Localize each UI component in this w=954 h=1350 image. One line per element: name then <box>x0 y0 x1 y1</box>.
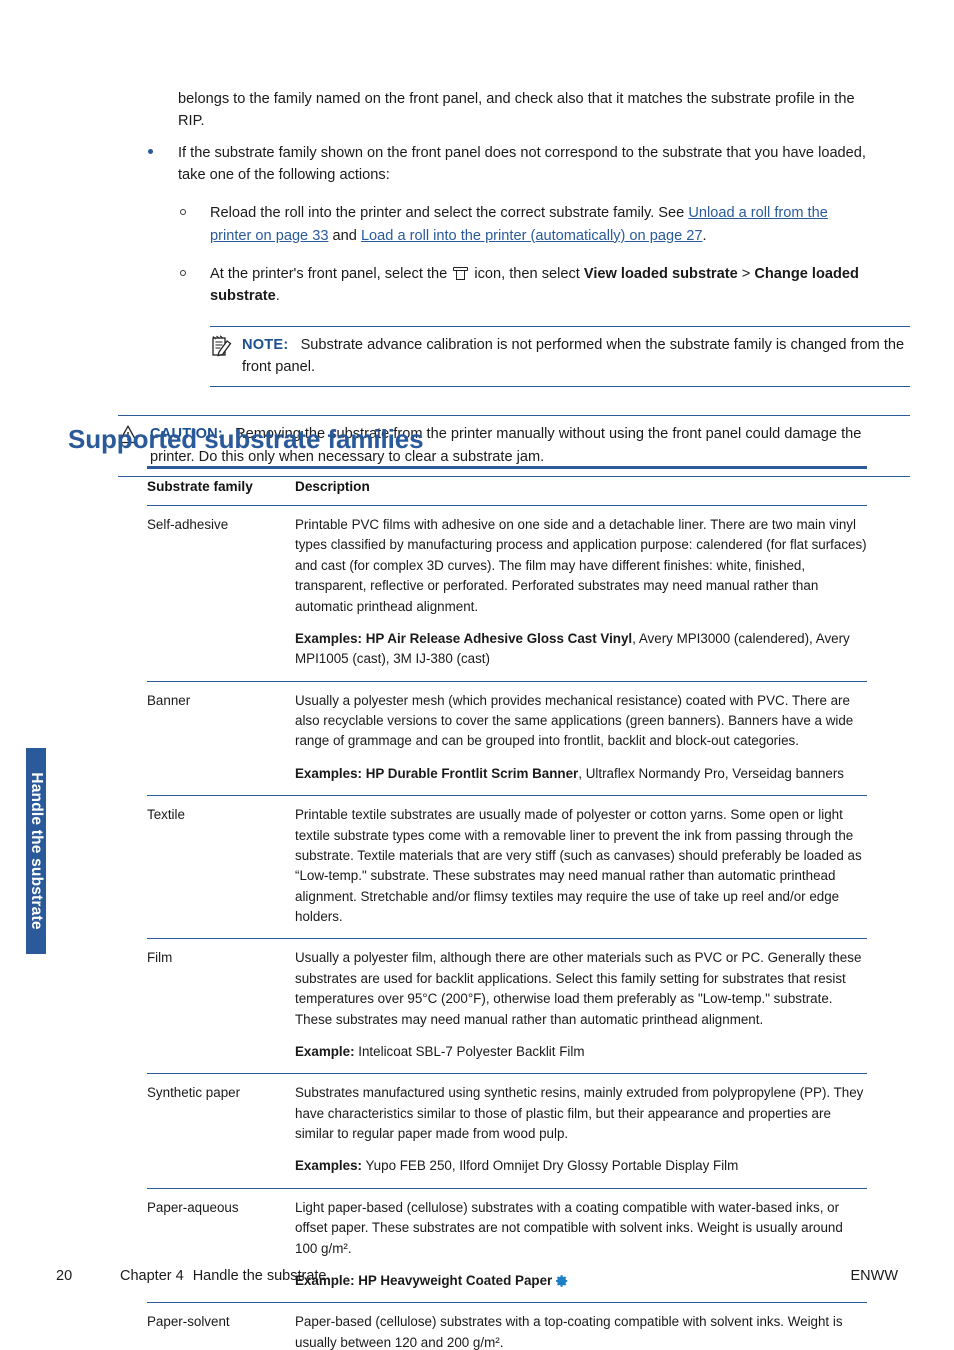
sub-bullet-suffix: . <box>275 288 280 305</box>
sub-bullet-middle: icon, then select <box>470 265 584 282</box>
page-footer: 20 Chapter 4 Handle the substrate ENWW <box>56 1268 898 1284</box>
sub-bullet-circle-icon <box>180 269 186 276</box>
cell-substrate-family: Paper-aqueous <box>147 1188 295 1304</box>
sub-bullet-text: At the printer's front panel, select the… <box>210 263 870 308</box>
footer-chapter-title: Handle the substrate <box>192 1268 327 1284</box>
cell-substrate-family: Film <box>147 938 295 1075</box>
table-row: Paper-solvent Paper-based (cellulose) sub… <box>147 1302 867 1350</box>
column-header-substrate-family: Substrate family <box>147 466 295 506</box>
table-row: Film Usually a polyester film, although t… <box>147 938 867 1075</box>
note-text: NOTE: Substrate advance calibration is n… <box>242 334 910 379</box>
table-row: Textile Printable textile substrates are … <box>147 795 867 940</box>
examples-line: Examples: Yupo FEB 250, Ilford Omnijet D… <box>295 1156 867 1176</box>
description-text: Light paper-based (cellulose) substrates… <box>295 1199 843 1256</box>
substrate-roll-icon <box>453 266 469 280</box>
footer-chapter: Chapter 4 <box>120 1268 184 1284</box>
sub-bullet-text: Reload the roll into the printer and sel… <box>210 202 870 247</box>
examples-label: Examples: <box>295 1158 362 1174</box>
cell-description: Substrates manufactured using synthetic … <box>295 1073 867 1189</box>
sub-bullet-conjunction: and <box>328 227 361 244</box>
table-body: Self-adhesive Printable PVC films with ad… <box>147 505 867 1350</box>
sub-bullet-suffix: . <box>702 227 707 244</box>
description-text: Paper-based (cellulose) substrates with … <box>295 1314 843 1350</box>
description-text: Printable textile substrates are usually… <box>295 807 862 924</box>
description-text: Usually a polyester mesh (which provides… <box>295 692 854 749</box>
examples-label: Examples: HP Air Release Adhesive Gloss … <box>295 630 633 646</box>
note-label: NOTE: <box>242 336 289 353</box>
cell-description: Usually a polyester mesh (which provides… <box>295 681 867 797</box>
cell-substrate-family: Banner <box>147 681 295 797</box>
cell-description: Printable textile substrates are usually… <box>295 795 867 940</box>
description-text: Usually a polyester film, although there… <box>295 950 862 1027</box>
cell-description: Paper-based (cellulose) substrates with … <box>295 1302 867 1350</box>
table-row: Banner Usually a polyester mesh (which pr… <box>147 681 867 797</box>
cell-substrate-family: Textile <box>147 795 295 940</box>
cell-substrate-family: Paper-solvent <box>147 1302 295 1350</box>
bullet-item-text: If the substrate family shown on the fro… <box>178 144 866 183</box>
table-head: Substrate family Description <box>147 466 867 506</box>
table-row: Synthetic paper Substrates manufactured u… <box>147 1073 867 1189</box>
sub-bullet-front-panel: At the printer's front panel, select the… <box>180 263 870 308</box>
cell-substrate-family: Self-adhesive <box>147 505 295 682</box>
intro-continuation-paragraph: belongs to the family named on the front… <box>178 91 855 130</box>
note-pencil-icon <box>212 335 232 356</box>
cell-description: Light paper-based (cellulose) substrates… <box>295 1188 867 1304</box>
cell-description: Printable PVC films with adhesive on one… <box>295 505 867 682</box>
sub-bullet-reload-roll: Reload the roll into the printer and sel… <box>180 202 870 247</box>
footer-right-label: ENWW <box>850 1268 898 1284</box>
cell-substrate-family: Synthetic paper <box>147 1073 295 1189</box>
examples-line: Examples: HP Durable Frontlit Scrim Bann… <box>295 764 867 784</box>
table-row: Self-adhesive Printable PVC films with ad… <box>147 505 867 682</box>
link-load-a-roll[interactable]: Load a roll into the printer (automatica… <box>361 228 703 244</box>
note-callout: NOTE: Substrate advance calibration is n… <box>210 325 910 388</box>
examples-rest: Intelicoat SBL-7 Polyester Backlit Film <box>354 1043 585 1059</box>
examples-label: Examples: HP Durable Frontlit Scrim Bann… <box>295 765 579 781</box>
description-text: Substrates manufactured using synthetic … <box>295 1085 864 1141</box>
column-header-description: Description <box>295 466 867 506</box>
examples-rest: , Ultraflex Normandy Pro, Verseidag bann… <box>578 765 844 781</box>
substrate-families-table: Substrate family Description Self-adhesi… <box>147 466 867 1350</box>
examples-label: Example: <box>295 1043 355 1059</box>
note-body: Substrate advance calibration is not per… <box>242 336 905 375</box>
sub-bullet-circle-icon <box>180 209 186 216</box>
side-tab-handle-the-substrate: Handle the substrate <box>26 748 46 954</box>
bullet-item-family-mismatch: If the substrate family shown on the fro… <box>148 142 868 187</box>
cell-description: Usually a polyester film, although there… <box>295 938 867 1075</box>
substrate-families-table-wrapper: Substrate family Description Self-adhesi… <box>147 466 867 1350</box>
menu-view-loaded-substrate: View loaded substrate <box>583 265 738 282</box>
description-text: Printable PVC films with adhesive on one… <box>295 517 867 614</box>
table-row: Paper-aqueous Light paper-based (cellulos… <box>147 1188 867 1304</box>
examples-line: Examples: HP Air Release Adhesive Gloss … <box>295 629 867 670</box>
menu-separator: > <box>737 265 755 282</box>
table-header-row: Substrate family Description <box>147 466 867 506</box>
body-content: belongs to the family named on the front… <box>68 88 910 477</box>
sub-bullet-prefix: Reload the roll into the printer and sel… <box>210 205 689 222</box>
examples-rest: Yupo FEB 250, Ilford Omnijet Dry Glossy … <box>362 1158 739 1174</box>
document-page: Handle the substrate belongs to the fami… <box>0 0 954 1350</box>
examples-line: Example: Intelicoat SBL-7 Polyester Back… <box>295 1042 867 1062</box>
footer-left-group: 20 Chapter 4 Handle the substrate <box>56 1268 327 1284</box>
footer-page-number: 20 <box>56 1268 73 1284</box>
section-heading-supported-substrate-families: Supported substrate families <box>68 424 424 454</box>
sub-bullet-prefix: At the printer's front panel, select the <box>210 265 452 282</box>
side-tab-label: Handle the substrate <box>28 772 45 930</box>
bullet-dot-icon <box>148 148 153 154</box>
